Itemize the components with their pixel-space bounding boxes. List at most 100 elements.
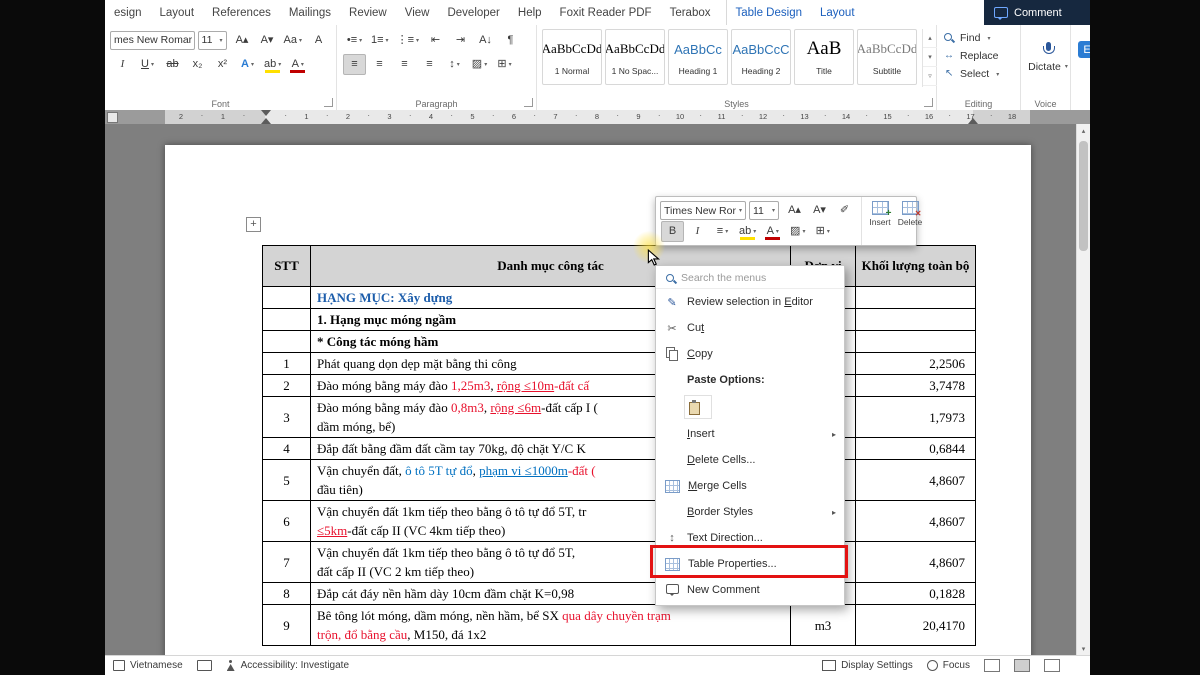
table-move-handle-icon[interactable]: +	[246, 217, 261, 232]
language-status[interactable]: Vietnamese	[113, 660, 183, 671]
qty-cell[interactable]	[856, 287, 976, 309]
web-layout-button[interactable]	[1044, 659, 1060, 672]
align-right-icon[interactable]: ≡	[393, 54, 416, 75]
table-header-cell[interactable]: Khối lượng toàn bộ	[856, 246, 976, 287]
document-table[interactable]: STTDanh mục công tácĐơn vịKhối lượng toà…	[262, 245, 976, 646]
stt-cell[interactable]: 5	[263, 460, 311, 501]
editor-button-partial[interactable]: E	[1078, 41, 1090, 58]
styles-scroll-up-icon[interactable]: ▴	[923, 29, 937, 48]
dictate-button[interactable]: Dictate▾	[1026, 29, 1070, 85]
stt-cell[interactable]: 6	[263, 501, 311, 542]
strikethrough-icon[interactable]: ab	[161, 54, 184, 75]
increase-indent-icon[interactable]: ⇥	[449, 30, 472, 51]
text-highlight-icon[interactable]: ab▾	[261, 54, 284, 75]
styles-expand-icon[interactable]: ▿	[923, 67, 937, 86]
mini-font-size-combo[interactable]: 11▾	[749, 201, 779, 220]
font-dialog-launcher-icon[interactable]	[324, 98, 333, 107]
read-mode-button[interactable]	[984, 659, 1000, 672]
paragraph-dialog-launcher-icon[interactable]	[524, 98, 533, 107]
qty-cell[interactable]: 0,1828	[856, 583, 976, 605]
paste-option-button[interactable]	[684, 395, 712, 419]
comments-button[interactable]: Comment	[984, 0, 1090, 25]
menu-search-input[interactable]: Search the menus	[656, 268, 844, 289]
desc-cell[interactable]: Bê tông lót móng, dầm móng, nền hầm, bể …	[311, 605, 791, 646]
font-name-combo[interactable]: mes New Romar▾	[110, 31, 195, 50]
menu-item-delete-cells[interactable]: Delete Cells...	[656, 447, 844, 473]
mini-font-name-combo[interactable]: Times New Ror▾	[660, 201, 746, 220]
style-subtitle[interactable]: AaBbCcDdSubtitle	[857, 29, 917, 85]
first-line-indent-marker[interactable]	[261, 110, 271, 116]
bold-icon[interactable]: B	[661, 221, 684, 242]
stt-cell[interactable]: 8	[263, 583, 311, 605]
menu-item-new-comment[interactable]: New Comment	[656, 577, 844, 603]
borders-icon[interactable]: ⊞▾	[811, 221, 834, 242]
line-spacing-icon[interactable]: ↕▾	[443, 54, 466, 75]
menu-item-cut[interactable]: Cut	[656, 315, 844, 341]
text-highlight-icon[interactable]: ab▾	[736, 221, 759, 242]
table-header-cell[interactable]: STT	[263, 246, 311, 287]
qty-cell[interactable]: 3,7478	[856, 375, 976, 397]
style-heading-2[interactable]: AaBbCcCHeading 2	[731, 29, 791, 85]
justify-icon[interactable]: ≡	[418, 54, 441, 75]
subscript-icon[interactable]: x₂	[186, 54, 209, 75]
display-settings-button[interactable]: Display Settings	[822, 660, 913, 671]
style-1-no-spac[interactable]: AaBbCcDd1 No Spac...	[605, 29, 665, 85]
insert-table-button[interactable]: Insert	[865, 201, 895, 227]
stt-cell[interactable]	[263, 331, 311, 353]
qty-cell[interactable]: 20,4170	[856, 605, 976, 646]
vertical-scrollbar[interactable]: ▴ ▾	[1076, 124, 1090, 655]
tab-foxit-reader-pdf[interactable]: Foxit Reader PDF	[551, 0, 661, 25]
style-title[interactable]: AaBTitle	[794, 29, 854, 85]
stt-cell[interactable]: 9	[263, 605, 311, 646]
tab-developer[interactable]: Developer	[438, 0, 508, 25]
bullets-icon[interactable]: •≡▾	[343, 30, 366, 51]
qty-cell[interactable]: 4,8607	[856, 460, 976, 501]
style-1-normal[interactable]: AaBbCcDd1 Normal	[542, 29, 602, 85]
tab-esign[interactable]: esign	[105, 0, 151, 25]
editing-select[interactable]: Select▾	[942, 65, 1015, 83]
superscript-icon[interactable]: x²	[211, 54, 234, 75]
editing-replace[interactable]: Replace	[942, 47, 1015, 65]
menu-item-paste-keep-source[interactable]	[656, 393, 844, 421]
borders-icon[interactable]: ⊞▾	[493, 54, 516, 75]
qty-cell[interactable]: 1,7973	[856, 397, 976, 438]
stt-cell[interactable]	[263, 309, 311, 331]
stt-cell[interactable]: 2	[263, 375, 311, 397]
shading-icon[interactable]: ▨▾	[468, 54, 491, 75]
tab-review[interactable]: Review	[340, 0, 396, 25]
tab-table-design[interactable]: Table Design	[726, 0, 811, 25]
menu-item-merge-cells[interactable]: Merge Cells	[656, 473, 844, 499]
tab-help[interactable]: Help	[509, 0, 551, 25]
format-painter-icon[interactable]: ✐	[833, 200, 856, 221]
list-icon[interactable]: ≡▾	[711, 221, 734, 242]
grow-font-icon[interactable]: A▴	[783, 200, 806, 221]
shading-icon[interactable]: ▨▾	[786, 221, 809, 242]
grow-font-icon[interactable]: A▴	[231, 30, 254, 51]
tab-view[interactable]: View	[396, 0, 439, 25]
stt-cell[interactable]	[263, 287, 311, 309]
tab-layout[interactable]: Layout	[151, 0, 204, 25]
accessibility-status[interactable]: Accessibility: Investigate	[226, 660, 349, 671]
tab-terabox[interactable]: Terabox	[661, 0, 720, 25]
italic-icon[interactable]: I	[686, 221, 709, 242]
tab-mailings[interactable]: Mailings	[280, 0, 340, 25]
styles-dialog-launcher-icon[interactable]	[924, 98, 933, 107]
numbering-icon[interactable]: 1≡▾	[368, 30, 392, 51]
text-effects-icon[interactable]: A▾	[236, 54, 259, 75]
focus-button[interactable]: Focus	[927, 660, 970, 671]
menu-item-review-selection-in-editor[interactable]: Review selection in Editor	[656, 289, 844, 315]
font-color-icon[interactable]: A▾	[761, 221, 784, 242]
scroll-up-icon[interactable]: ▴	[1082, 124, 1086, 137]
qty-cell[interactable]	[856, 331, 976, 353]
tab-selector[interactable]	[107, 112, 118, 123]
font-size-combo[interactable]: 11▾	[198, 31, 227, 50]
qty-cell[interactable]: 4,8607	[856, 542, 976, 583]
tab-layout[interactable]: Layout	[811, 0, 864, 25]
stt-cell[interactable]: 1	[263, 353, 311, 375]
show-formatting-icon[interactable]: ¶	[499, 30, 522, 51]
align-left-icon[interactable]: ≡	[343, 54, 366, 75]
qty-cell[interactable]: 2,2506	[856, 353, 976, 375]
menu-item-paste-options[interactable]: Paste Options:	[656, 367, 844, 393]
tab-references[interactable]: References	[203, 0, 280, 25]
decrease-indent-icon[interactable]: ⇤	[424, 30, 447, 51]
